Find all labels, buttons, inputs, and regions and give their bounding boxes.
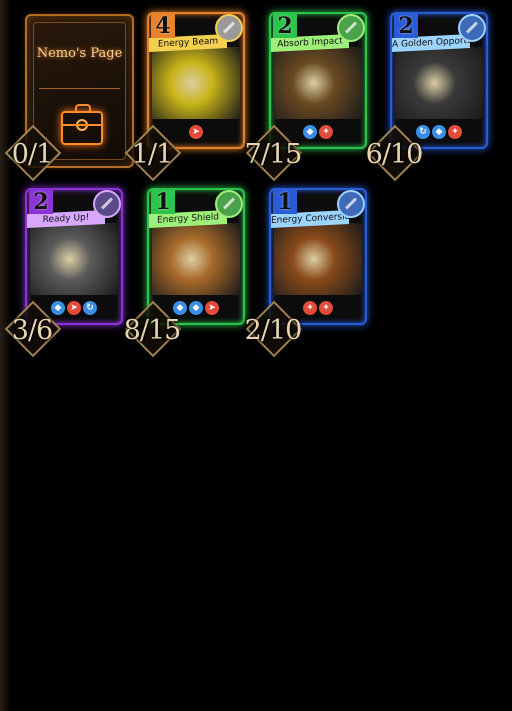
card-counter: 8/15 bbox=[120, 300, 196, 362]
card-energy-shield[interactable]: 1 Energy Shield ◆ ◆ ➤ bbox=[147, 188, 245, 325]
counter-text: 3/6 bbox=[11, 315, 53, 346]
card-art bbox=[395, 47, 483, 119]
card-art bbox=[30, 223, 118, 295]
page-card-title: Nemo's Page bbox=[36, 46, 123, 61]
page-card-divider bbox=[39, 88, 120, 89]
sword-icon bbox=[215, 14, 243, 42]
card-absorb-impact[interactable]: 2 Absorb Impact ◆ ✦ bbox=[269, 12, 367, 149]
counter-text: 0/1 bbox=[11, 139, 53, 170]
card-art bbox=[152, 223, 240, 295]
card-counter: 2/10 bbox=[241, 300, 317, 362]
fire-icon: ✦ bbox=[319, 124, 333, 139]
counter-text: 8/15 bbox=[123, 315, 182, 346]
sword-icon bbox=[215, 190, 243, 218]
card-energy-conversion[interactable]: 1 Energy Conversion ✦ ✦ bbox=[269, 188, 367, 325]
card-cost: 2 bbox=[394, 14, 418, 38]
card-cost: 4 bbox=[151, 14, 175, 38]
page-card-counter: 0/1 bbox=[0, 124, 76, 186]
card-cost: 2 bbox=[273, 14, 297, 38]
sword-icon bbox=[93, 190, 121, 218]
card-a-golden-opportunity[interactable]: 2A Golden Opportunity ↻ ◆ ✦ bbox=[390, 12, 488, 149]
counter-text: 6/10 bbox=[365, 139, 424, 170]
card-counter: 1/1 bbox=[120, 124, 196, 186]
card-art bbox=[274, 47, 362, 119]
sword-icon bbox=[337, 190, 365, 218]
counter-text: 2/10 bbox=[244, 315, 303, 346]
card-ready-up[interactable]: 2 Ready Up! ◆ ➤ ↻ bbox=[25, 188, 123, 325]
card-counter: 3/6 bbox=[0, 300, 76, 362]
card-art bbox=[152, 47, 240, 119]
card-cost: 2 bbox=[29, 190, 53, 214]
sword-icon bbox=[337, 14, 365, 42]
fire-icon: ✦ bbox=[319, 300, 333, 315]
fire-icon: ✦ bbox=[448, 124, 462, 139]
card-art bbox=[274, 223, 362, 295]
attack-icon: ➤ bbox=[205, 300, 219, 315]
sword-icon bbox=[458, 14, 486, 42]
cycle-icon: ↻ bbox=[83, 300, 97, 315]
gear-icon bbox=[76, 119, 88, 131]
counter-text: 1/1 bbox=[131, 139, 173, 170]
counter-text: 7/15 bbox=[244, 139, 303, 170]
card-energy-beam[interactable]: 4 Energy Beam ➤ bbox=[147, 12, 245, 149]
card-counter: 6/10 bbox=[362, 124, 438, 186]
card-cost: 1 bbox=[273, 190, 297, 214]
card-cost: 1 bbox=[151, 190, 175, 214]
card-counter: 7/15 bbox=[241, 124, 317, 186]
